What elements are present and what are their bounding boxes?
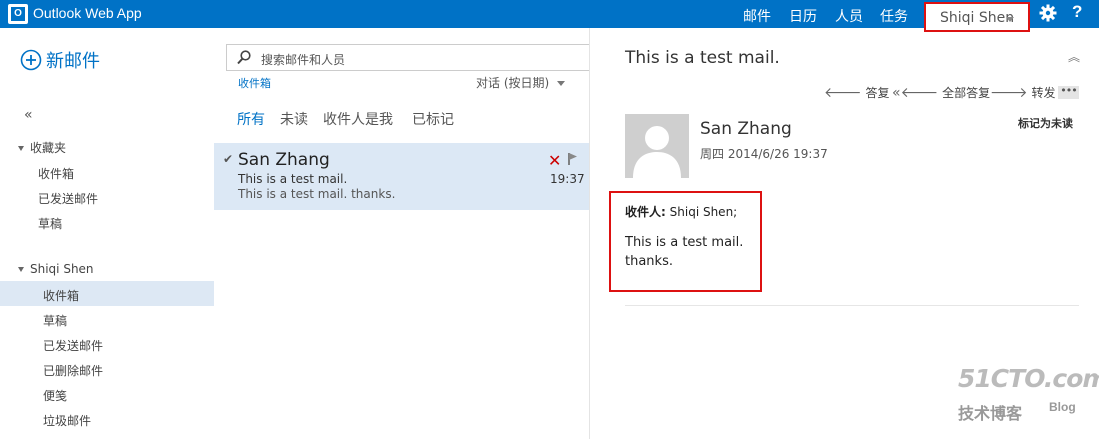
- new-mail-label: 新邮件: [46, 51, 100, 72]
- plus-circle-icon: [20, 49, 42, 71]
- user-name: Shiqi Shen: [940, 10, 1015, 26]
- reply-all-label: 全部答复: [942, 86, 991, 100]
- search-icon: [237, 50, 251, 65]
- chevron-down-icon: [1006, 17, 1014, 22]
- search-placeholder: 搜索邮件和人员: [261, 53, 346, 67]
- reply-all-button[interactable]: «🡐 全部答复: [892, 84, 990, 101]
- filter-flagged[interactable]: 已标记: [412, 109, 454, 129]
- account-label: Shiqi Shen: [30, 262, 94, 276]
- message-sender: San Zhang: [238, 150, 330, 170]
- message-list-item[interactable]: ✔ San Zhang ✕ This is a test mail. 19:37…: [214, 143, 590, 210]
- user-menu-button[interactable]: Shiqi Shen: [924, 2, 1030, 32]
- favorite-folder-inbox[interactable]: 收件箱: [0, 159, 214, 184]
- filter-unread[interactable]: 未读: [280, 109, 308, 129]
- favorites-group[interactable]: 收藏夹: [18, 139, 66, 156]
- sort-label: 对话 (按日期): [476, 76, 550, 90]
- nav-people[interactable]: 人员: [835, 6, 863, 26]
- favorite-folder-sent[interactable]: 已发送邮件: [0, 184, 214, 209]
- message-subject: This is a test mail.: [238, 172, 348, 186]
- check-icon[interactable]: ✔: [223, 152, 233, 166]
- delete-icon[interactable]: ✕: [548, 151, 561, 170]
- favorite-folder-drafts[interactable]: 草稿: [0, 209, 214, 234]
- recipient-line: 收件人: Shiqi Shen;: [625, 203, 737, 220]
- triangle-down-icon: [18, 146, 24, 151]
- message-preview: This is a test mail. thanks.: [238, 187, 396, 201]
- account-group[interactable]: Shiqi Shen: [18, 262, 94, 276]
- recipient-value[interactable]: Shiqi Shen;: [670, 205, 738, 219]
- logo-letter: O: [11, 7, 25, 21]
- sent-date: 周四 2014/6/26 19:37: [700, 147, 828, 161]
- folder-notes[interactable]: 便笺: [0, 381, 214, 406]
- folder-deleted[interactable]: 已删除邮件: [0, 356, 214, 381]
- more-options-icon[interactable]: •••: [1058, 85, 1079, 99]
- chevron-down-icon: [557, 81, 566, 86]
- folder-breadcrumb[interactable]: 收件箱: [238, 75, 271, 91]
- person-silhouette-icon: [625, 114, 689, 178]
- help-icon[interactable]: ?: [1072, 2, 1082, 22]
- reply-button[interactable]: 🡐 答复: [824, 84, 890, 101]
- double-arrow-left-icon: «🡐: [892, 85, 939, 101]
- gear-icon[interactable]: [1038, 3, 1058, 23]
- filter-to-me[interactable]: 收件人是我: [323, 109, 393, 129]
- app-title: Outlook Web App: [33, 5, 142, 21]
- watermark-blog: Blog: [1049, 400, 1076, 414]
- filter-all[interactable]: 所有: [237, 109, 265, 129]
- collapse-pane-icon[interactable]: «: [24, 107, 33, 123]
- forward-button[interactable]: 🡒 转发: [990, 84, 1056, 101]
- nav-calendar[interactable]: 日历: [789, 6, 817, 26]
- reply-label: 答复: [865, 86, 890, 100]
- arrow-left-icon: 🡐: [824, 85, 862, 101]
- nav-tasks[interactable]: 任务: [880, 6, 908, 26]
- message-separator: [625, 305, 1079, 306]
- watermark-subtitle: 技术博客: [958, 404, 1023, 423]
- outlook-logo-icon: O: [8, 4, 28, 24]
- body-line-2: thanks.: [625, 254, 673, 269]
- recipient-label: 收件人:: [625, 205, 666, 219]
- watermark-logo: 51CTO.com: [958, 364, 1099, 393]
- forward-label: 转发: [1031, 86, 1056, 100]
- flag-icon[interactable]: [567, 152, 579, 165]
- reading-subject: This is a test mail.: [625, 48, 780, 68]
- favorites-label: 收藏夹: [30, 141, 67, 155]
- pane-divider: [589, 28, 590, 439]
- folder-sent[interactable]: 已发送邮件: [0, 331, 214, 356]
- folder-drafts[interactable]: 草稿: [0, 306, 214, 331]
- nav-mail[interactable]: 邮件: [743, 6, 771, 26]
- body-line-1: This is a test mail.: [625, 235, 744, 250]
- search-input[interactable]: 搜索邮件和人员: [226, 44, 590, 71]
- folder-inbox[interactable]: 收件箱: [0, 281, 214, 306]
- sender-name[interactable]: San Zhang: [700, 119, 792, 139]
- triangle-down-icon: [18, 267, 24, 272]
- mark-unread-button[interactable]: 标记为未读: [1018, 115, 1073, 131]
- sort-dropdown[interactable]: 对话 (按日期): [476, 74, 566, 91]
- message-time: 19:37: [550, 172, 585, 186]
- arrow-right-icon: 🡒: [990, 85, 1028, 101]
- avatar: [625, 114, 689, 178]
- chevron-up-double-icon[interactable]: ︽: [1068, 48, 1080, 65]
- folder-junk[interactable]: 垃圾邮件: [0, 406, 214, 431]
